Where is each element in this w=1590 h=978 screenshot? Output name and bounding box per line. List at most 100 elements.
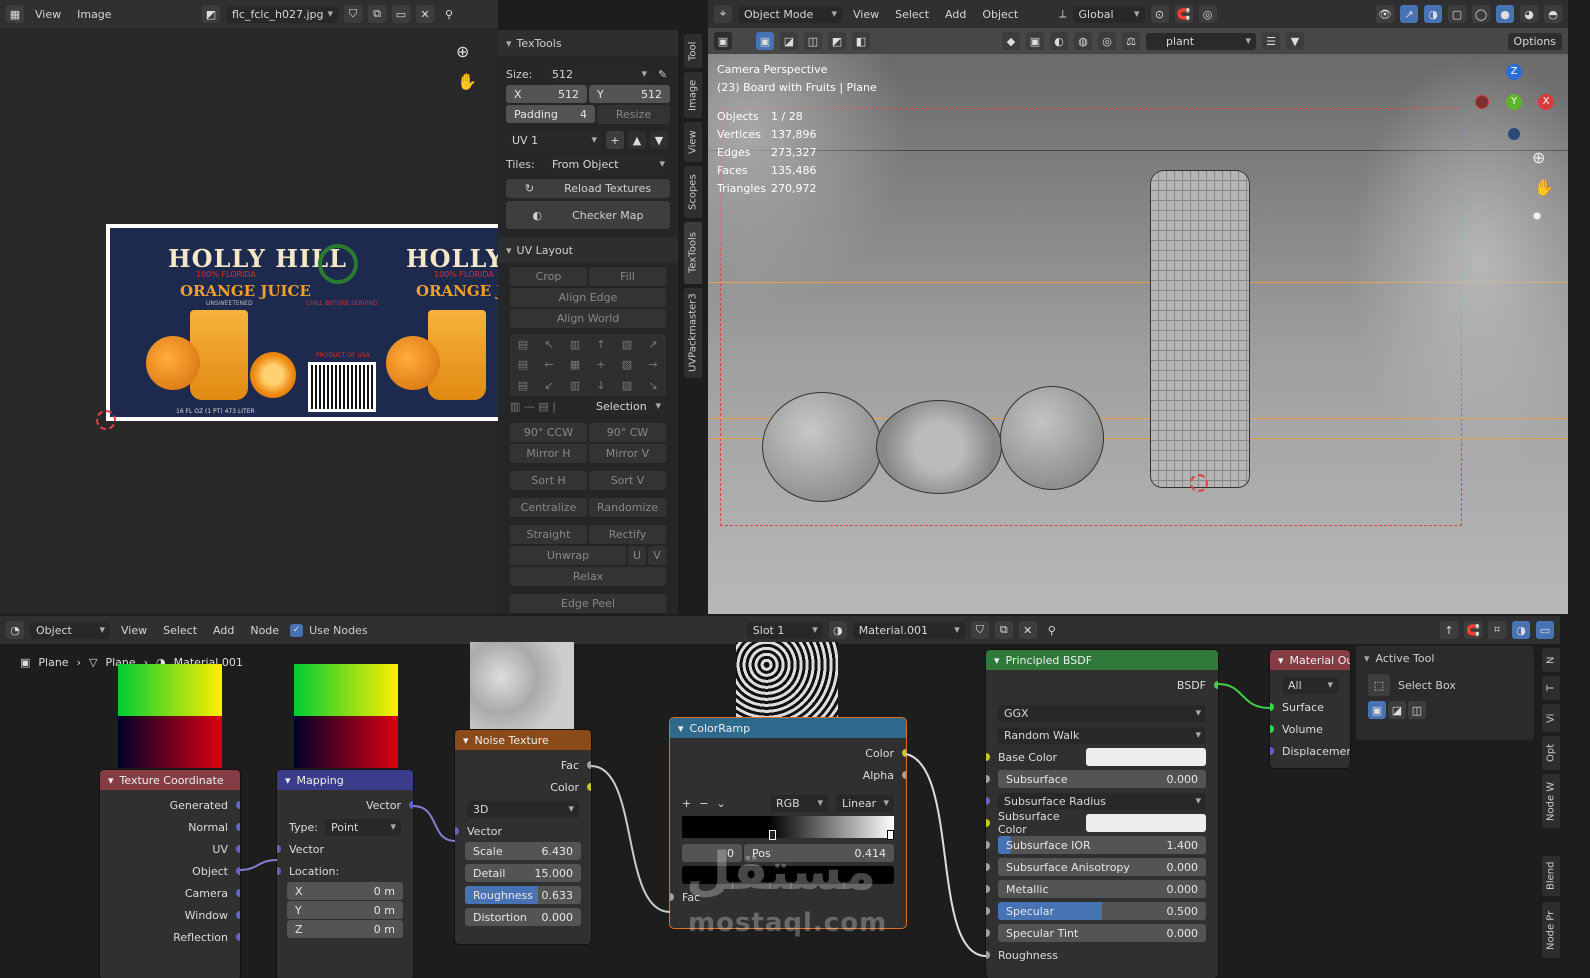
add-uv-icon[interactable]: + xyxy=(606,131,624,149)
pan-hand-icon[interactable]: ✋ xyxy=(1534,178,1554,197)
select-invert-icon[interactable]: ◩ xyxy=(828,32,846,50)
filter-mesh-icon[interactable]: ◆ xyxy=(1002,32,1020,50)
sort-v-button[interactable]: Sort V xyxy=(589,471,666,490)
select-extend-icon[interactable]: ◪ xyxy=(1388,701,1406,719)
padding-field[interactable]: Padding 4 xyxy=(506,105,595,123)
move-up-icon[interactable]: ▲ xyxy=(628,131,646,149)
folder-icon[interactable]: ▭ xyxy=(392,5,410,23)
tab-view[interactable]: View xyxy=(684,122,702,162)
relax-button[interactable]: Relax xyxy=(510,567,666,586)
image-browse-icon[interactable]: ◩ xyxy=(202,5,220,23)
textools-header[interactable]: ▾ TexTools xyxy=(498,30,678,56)
gizmo-x-axis[interactable]: X xyxy=(1538,94,1554,110)
tab-tool[interactable]: Tool xyxy=(684,34,702,68)
tool-select-icon[interactable]: ▣ xyxy=(714,32,732,50)
fill-button[interactable]: Fill xyxy=(589,267,666,286)
wireframe-shading-icon[interactable]: ◯ xyxy=(1472,5,1490,23)
image-name-field[interactable]: flc_fclc_h027.jpg xyxy=(226,5,338,23)
select-box-icon[interactable]: ⬚ xyxy=(1368,674,1390,696)
unwrap-u-button[interactable]: U xyxy=(628,546,646,565)
zoom-icon[interactable]: ⊕ xyxy=(456,42,469,61)
select-extend-icon[interactable]: ◪ xyxy=(780,32,798,50)
camera-view-icon[interactable]: ⏺ xyxy=(1533,206,1541,226)
tab-node-preview[interactable]: Node Pr xyxy=(1542,902,1560,958)
filter-other-icon[interactable]: ◎ xyxy=(1098,32,1116,50)
material-shading-icon[interactable]: ◕ xyxy=(1520,5,1538,23)
visibility-icon[interactable]: 👁 xyxy=(1376,5,1394,23)
centralize-button[interactable]: Centralize xyxy=(510,498,587,517)
origin-cursor-icon[interactable] xyxy=(1190,474,1208,492)
unwrap-v-button[interactable]: V xyxy=(648,546,666,565)
tab-node-t[interactable]: T xyxy=(1542,676,1560,700)
mirror-h-button[interactable]: Mirror H xyxy=(510,444,587,463)
gizmo-neg-z-axis[interactable] xyxy=(1508,128,1520,140)
mode-select[interactable]: Object Mode xyxy=(738,5,842,23)
rectify-button[interactable]: Rectify xyxy=(589,525,666,544)
reload-textures-button[interactable]: ↻ Reload Textures xyxy=(506,179,670,198)
tab-textools[interactable]: TexTools xyxy=(684,222,702,284)
node-editor[interactable]: ◔ Object View Select Add Node ✓ Use Node… xyxy=(0,616,1590,978)
select-intersect-icon[interactable]: ◧ xyxy=(852,32,870,50)
xray-icon[interactable]: ▢ xyxy=(1448,5,1466,23)
gizmo-icon[interactable]: ↗ xyxy=(1400,5,1418,23)
overlay-icon[interactable]: ◑ xyxy=(1424,5,1442,23)
resize-button[interactable]: Resize xyxy=(597,104,670,124)
navigation-gizmo[interactable]: Z Y X xyxy=(1474,62,1554,142)
align-edge-button[interactable]: Align Edge xyxy=(510,288,666,307)
tab-node-n[interactable]: N xyxy=(1542,648,1560,672)
rotate-ccw-button[interactable]: 90° CCW xyxy=(510,423,587,442)
orientation-select[interactable]: Global xyxy=(1072,5,1145,23)
mirror-v-button[interactable]: Mirror V xyxy=(589,444,666,463)
gizmo-neg-x-axis[interactable] xyxy=(1476,96,1488,108)
crop-button[interactable]: Crop xyxy=(510,267,587,286)
menu-view[interactable]: View xyxy=(848,8,884,21)
align-world-button[interactable]: Align World xyxy=(510,309,666,328)
gizmo-z-axis[interactable]: Z xyxy=(1506,64,1522,80)
duplicate-icon[interactable]: ⧉ xyxy=(368,5,386,23)
filter-light-icon[interactable]: ◐ xyxy=(1050,32,1068,50)
close-icon[interactable]: ✕ xyxy=(416,5,434,23)
select-subtract-icon[interactable]: ◫ xyxy=(1408,701,1426,719)
menu-add[interactable]: Add xyxy=(940,8,971,21)
tab-node-options[interactable]: Opt xyxy=(1542,736,1560,770)
outliner-filter-icon[interactable]: ☰ xyxy=(1262,32,1280,50)
move-down-icon[interactable]: ▼ xyxy=(650,131,668,149)
funnel-icon[interactable]: ▼ xyxy=(1286,32,1304,50)
menu-select[interactable]: Select xyxy=(890,8,934,21)
tab-node-view[interactable]: Vi xyxy=(1542,704,1560,732)
checker-map-button[interactable]: ◐ Checker Map xyxy=(506,201,670,229)
editor-type-icon[interactable]: ▦ xyxy=(6,5,24,23)
size-x-field[interactable]: X 512 xyxy=(506,85,587,103)
proportional-icon[interactable]: ◎ xyxy=(1198,5,1217,23)
straight-button[interactable]: Straight xyxy=(510,525,587,544)
tab-node-wrangler[interactable]: Node W xyxy=(1542,774,1560,828)
viewport-3d[interactable]: ⌖ Object Mode View Select Add Object ⟂ G… xyxy=(708,0,1568,614)
selection-select[interactable]: Selection xyxy=(590,398,666,415)
gizmo-y-axis[interactable]: Y xyxy=(1506,94,1522,110)
menu-object[interactable]: Object xyxy=(977,8,1023,21)
eyedropper-icon[interactable]: ✎ xyxy=(658,68,667,81)
rendered-shading-icon[interactable]: ◓ xyxy=(1544,5,1562,23)
tab-image[interactable]: Image xyxy=(684,72,702,118)
tiles-select[interactable]: From Object xyxy=(546,155,670,173)
zoom-icon[interactable]: ⊕ xyxy=(1532,148,1545,167)
cursor-2d-icon[interactable] xyxy=(96,410,116,430)
menu-image[interactable]: Image xyxy=(72,8,116,21)
tab-scopes[interactable]: Scopes xyxy=(684,166,702,218)
snap-icon[interactable]: 🧲 xyxy=(1174,5,1193,23)
object-search-input[interactable]: plant xyxy=(1146,32,1256,50)
uv-layout-header[interactable]: ▾ UV Layout xyxy=(498,237,678,263)
solid-shading-icon[interactable]: ● xyxy=(1496,5,1514,23)
pivot-icon[interactable]: ⊙ xyxy=(1150,5,1169,23)
size-select[interactable]: 512 xyxy=(546,65,652,83)
unwrap-button[interactable]: Unwrap xyxy=(510,546,626,565)
tab-uvpackmaster[interactable]: UVPackmaster3 xyxy=(684,288,702,378)
options-button[interactable]: Options xyxy=(1507,32,1562,50)
tab-blend[interactable]: Blend xyxy=(1542,856,1560,896)
uv-map-select[interactable]: UV 1 xyxy=(506,131,602,149)
filter-camera-icon[interactable]: ▣ xyxy=(1026,32,1044,50)
filter-world-icon[interactable]: ⚖ xyxy=(1122,32,1140,50)
select-new-icon[interactable]: ▣ xyxy=(756,32,774,50)
select-subtract-icon[interactable]: ◫ xyxy=(804,32,822,50)
align-grid[interactable]: ▤ ↖ ▥ ↑ ▧ ↗ ▤ ← ▦ + ▧ → ▤ ↙ ▥ ↓ ▧ ↘ xyxy=(510,334,666,396)
